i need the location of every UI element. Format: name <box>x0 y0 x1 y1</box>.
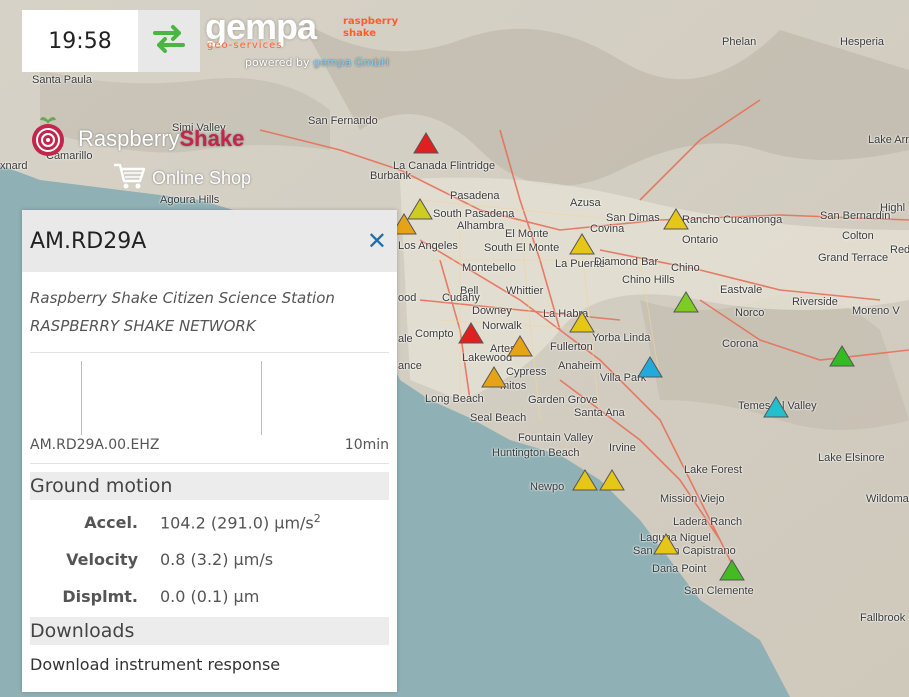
station-marker[interactable] <box>763 396 789 418</box>
displacement-label: Displmt. <box>62 587 138 606</box>
gempa-subtitle: geo-services <box>207 40 283 51</box>
station-marker[interactable] <box>829 345 855 367</box>
gempa-logo[interactable]: gempa geo-services raspberry shake power… <box>205 6 405 72</box>
velocity-row: Velocity 0.8 (3.2) µm/s <box>30 541 389 578</box>
accel-row: Accel. 104.2 (291.0) µm/s2 <box>30 504 389 541</box>
waveform-trace: AM.RD29A.00.EHZ 10min <box>30 353 389 463</box>
divider <box>30 463 389 464</box>
online-shop-link[interactable]: Online Shop <box>112 162 251 194</box>
station-marker[interactable] <box>569 311 595 333</box>
station-panel: AM.RD29A ✕ Raspberry Shake Citizen Scien… <box>22 210 397 692</box>
station-marker[interactable] <box>673 291 699 313</box>
station-marker[interactable] <box>663 208 689 230</box>
online-shop-label: Online Shop <box>152 167 252 188</box>
accel-label: Accel. <box>84 513 138 532</box>
station-description: Raspberry Shake Citizen Science Station … <box>22 272 397 352</box>
station-marker[interactable] <box>653 533 679 555</box>
velocity-label: Velocity <box>66 550 138 569</box>
station-marker[interactable] <box>569 233 595 255</box>
raspberry-icon <box>26 114 70 162</box>
downloads-heading: Downloads <box>30 617 389 645</box>
accel-value: 104.2 (291.0) µm/s2 <box>160 512 321 533</box>
station-network: RASPBERRY SHAKE NETWORK <box>30 317 256 335</box>
raspberry-shake-logo[interactable]: RaspberryShake <box>26 112 286 162</box>
station-marker[interactable] <box>458 322 484 344</box>
station-marker[interactable] <box>572 469 598 491</box>
displacement-row: Displmt. 0.0 (0.1) µm <box>30 578 389 615</box>
ground-motion-heading: Ground motion <box>30 472 389 500</box>
close-icon[interactable]: ✕ <box>367 227 387 255</box>
station-marker[interactable] <box>481 366 507 388</box>
swap-arrows-icon <box>151 23 187 59</box>
swap-button[interactable] <box>138 10 200 72</box>
station-marker[interactable] <box>719 559 745 581</box>
powered-by: powered by gempa GmbH <box>245 56 390 69</box>
station-marker[interactable] <box>413 132 439 154</box>
download-instrument-response-link[interactable]: Download instrument response <box>22 645 397 684</box>
station-marker[interactable] <box>407 198 433 220</box>
ground-motion-table: Accel. 104.2 (291.0) µm/s2 Velocity 0.8 … <box>22 500 397 615</box>
displacement-value: 0.0 (0.1) µm <box>160 587 260 606</box>
shopping-cart-icon <box>112 161 146 195</box>
station-type: Raspberry Shake Citizen Science Station <box>30 289 335 307</box>
velocity-value: 0.8 (3.2) µm/s <box>160 550 274 569</box>
station-marker[interactable] <box>599 469 625 491</box>
raspberry-shake-wordmark: RaspberryShake <box>78 126 245 151</box>
trace-tick <box>261 361 262 435</box>
station-marker[interactable] <box>637 356 663 378</box>
raspberry-shake-small-logo: raspberry shake <box>343 16 399 39</box>
trace-tick <box>81 361 82 435</box>
clock: 19:58 <box>22 10 138 72</box>
station-title: AM.RD29A <box>30 228 147 254</box>
channel-label: AM.RD29A.00.EHZ <box>30 437 160 453</box>
time-window-label: 10min <box>344 437 389 453</box>
station-marker[interactable] <box>507 335 533 357</box>
panel-header: AM.RD29A ✕ <box>22 210 397 272</box>
